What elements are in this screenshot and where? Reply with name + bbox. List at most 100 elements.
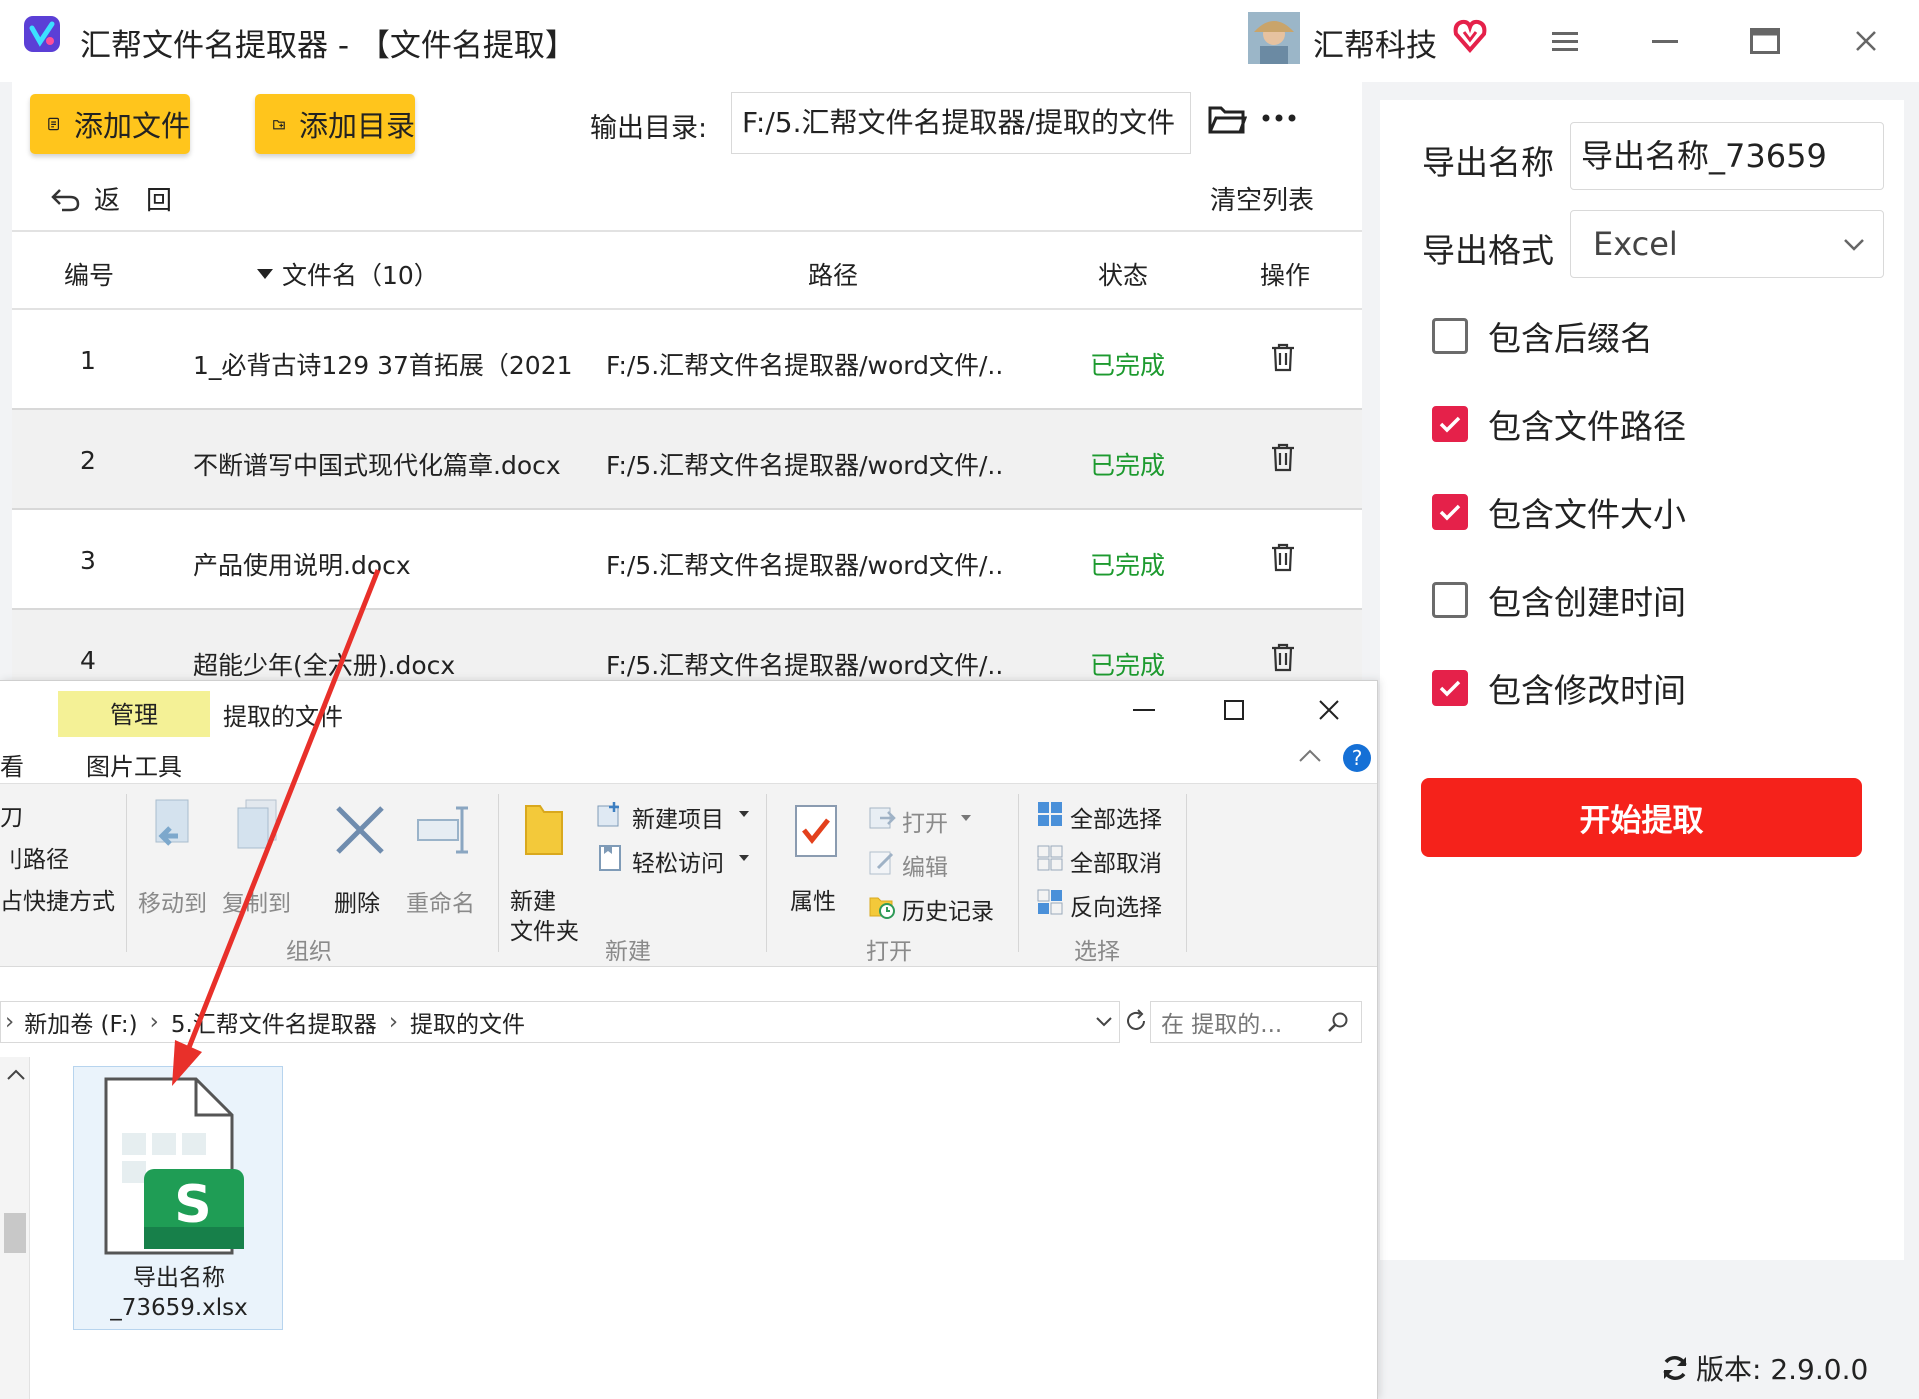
back-button[interactable]: 返 回	[50, 180, 172, 217]
scroll-thumb[interactable]	[4, 1213, 26, 1253]
file-item-xlsx[interactable]: S 导出名称 _73659.xlsx	[73, 1066, 283, 1330]
option-label: 包含创建时间	[1488, 583, 1686, 622]
header-status: 状态	[1098, 261, 1149, 290]
option-label: 包含后缀名	[1488, 319, 1653, 358]
breadcrumb-drive[interactable]: 新加卷 (F:)	[24, 1005, 137, 1039]
breadcrumb-separator-icon: ›	[388, 1009, 399, 1035]
table-row[interactable]: 3 产品使用说明.docx F:/5.汇帮文件名提取器/word文件/... 已…	[12, 510, 1362, 610]
history-button[interactable]: 历史记录	[902, 892, 994, 926]
back-label: 返 回	[94, 186, 173, 216]
add-file-button[interactable]: 添加文件	[30, 94, 190, 154]
row-status: 已完成	[1090, 451, 1166, 480]
breadcrumb-current[interactable]: 提取的文件	[410, 1005, 525, 1039]
checkbox-unchecked[interactable]	[1432, 318, 1468, 354]
start-extract-button[interactable]: 开始提取	[1421, 778, 1862, 857]
option-include-created[interactable]: 包含创建时间	[1432, 576, 1686, 624]
delete-icon[interactable]	[1270, 342, 1296, 372]
easy-access-dropdown-icon[interactable]	[738, 854, 750, 862]
row-name: 1_必背古诗129 37首拓展（2021...	[193, 351, 573, 380]
new-folder-icon	[522, 800, 566, 858]
check-icon	[1439, 680, 1461, 697]
tab-view[interactable]: 看	[0, 747, 24, 782]
explorer-close-icon[interactable]	[1318, 699, 1340, 721]
new-folder-line2[interactable]: 文件夹	[510, 912, 579, 946]
select-all-button[interactable]: 全部选择	[1070, 800, 1162, 834]
option-include-modified[interactable]: 包含修改时间	[1432, 664, 1686, 712]
close-icon[interactable]	[1855, 30, 1877, 52]
manage-tab[interactable]: 管理	[58, 691, 210, 739]
option-include-path[interactable]: 包含文件路径	[1432, 400, 1686, 448]
copy-to-icon	[234, 798, 290, 858]
delete-icon[interactable]	[1270, 642, 1296, 672]
tab-picture-tools[interactable]: 图片工具	[86, 747, 182, 782]
new-item-icon	[596, 800, 624, 828]
delete-button[interactable]: 删除	[334, 884, 380, 918]
add-directory-button[interactable]: 添加目录	[255, 94, 415, 154]
export-format-select[interactable]: Excel	[1570, 210, 1884, 278]
output-dir-label: 输出目录:	[590, 113, 708, 144]
svg-text:?: ?	[1352, 746, 1363, 770]
partial-cut[interactable]: 刀	[0, 798, 23, 832]
export-format-value: Excel	[1593, 225, 1678, 263]
folder-open-icon[interactable]	[1207, 102, 1247, 138]
checkbox-checked[interactable]	[1432, 494, 1468, 530]
properties-button[interactable]: 属性	[790, 882, 836, 916]
edit-icon	[868, 848, 896, 876]
address-bar[interactable]: › 新加卷 (F:) › 5.汇帮文件名提取器 › 提取的文件	[0, 1001, 1120, 1043]
edit-button[interactable]: 编辑	[902, 848, 948, 882]
table-header: 编号 文件名（10） 路径 状态 操作	[12, 230, 1362, 310]
explorer-minimize-icon[interactable]	[1133, 709, 1155, 712]
header-name[interactable]: 文件名（10）	[256, 256, 439, 292]
partial-copy-path[interactable]: 刂路径	[0, 840, 69, 874]
delete-icon[interactable]	[1270, 542, 1296, 572]
export-name-input[interactable]: 导出名称_73659	[1570, 122, 1884, 190]
refresh-folder-icon[interactable]	[1124, 1009, 1148, 1033]
new-item-dropdown-icon[interactable]	[738, 810, 750, 818]
select-none-button[interactable]: 全部取消	[1070, 844, 1162, 878]
output-dir-input[interactable]: F:/5.汇帮文件名提取器/提取的文件	[731, 92, 1191, 154]
option-include-size[interactable]: 包含文件大小	[1432, 488, 1686, 536]
help-icon[interactable]: ?	[1342, 743, 1372, 773]
row-name: 产品使用说明.docx	[193, 551, 411, 580]
clear-list-button[interactable]: 清空列表	[1210, 180, 1314, 217]
address-dropdown-icon[interactable]	[1095, 1016, 1113, 1028]
back-arrow-icon	[51, 188, 80, 211]
explorer-maximize-icon[interactable]	[1224, 700, 1244, 720]
easy-access-button[interactable]: 轻松访问	[632, 844, 724, 878]
user-avatar[interactable]	[1248, 12, 1300, 64]
maximize-icon[interactable]	[1750, 28, 1780, 54]
checkbox-checked[interactable]	[1432, 670, 1468, 706]
more-options-icon[interactable]	[1262, 114, 1296, 122]
vip-heart-icon[interactable]	[1452, 18, 1488, 54]
row-status: 已完成	[1090, 651, 1166, 680]
new-item-button[interactable]: 新建项目	[632, 800, 724, 834]
breadcrumb-folder[interactable]: 5.汇帮文件名提取器	[171, 1005, 377, 1039]
nav-pane-scrollbar[interactable]	[0, 1057, 30, 1399]
partial-paste-shortcut[interactable]: 占快捷方式	[0, 882, 115, 916]
explorer-title: 提取的文件	[223, 703, 343, 731]
add-folder-icon	[273, 120, 285, 130]
move-to-button[interactable]: 移动到	[138, 884, 207, 918]
invert-selection-button[interactable]: 反向选择	[1070, 888, 1162, 922]
row-no: 4	[80, 646, 96, 675]
checkbox-checked[interactable]	[1432, 406, 1468, 442]
option-include-extension[interactable]: 包含后缀名	[1432, 312, 1653, 360]
open-button[interactable]: 打开	[902, 804, 948, 838]
minimize-icon[interactable]	[1652, 40, 1678, 44]
new-folder-line1[interactable]: 新建	[510, 882, 556, 916]
copy-to-button[interactable]: 复制到	[222, 884, 291, 918]
checkbox-unchecked[interactable]	[1432, 582, 1468, 618]
search-input[interactable]: 在 提取的...	[1150, 1001, 1362, 1043]
collapse-ribbon-icon[interactable]	[1298, 749, 1322, 763]
menu-icon[interactable]	[1552, 32, 1578, 52]
open-dropdown-icon[interactable]	[960, 814, 972, 822]
check-icon	[1439, 504, 1461, 521]
rename-button[interactable]: 重命名	[406, 884, 475, 918]
delete-icon[interactable]	[1270, 442, 1296, 472]
table-row[interactable]: 1 1_必背古诗129 37首拓展（2021... F:/5.汇帮文件名提取器/…	[12, 310, 1362, 410]
table-row[interactable]: 2 不断谱写中国式现代化篇章.docx F:/5.汇帮文件名提取器/word文件…	[12, 410, 1362, 510]
app-title: 汇帮文件名提取器 - 【文件名提取】	[80, 28, 576, 64]
header-name-label: 文件名（10）	[282, 261, 439, 290]
header-path: 路径	[808, 261, 859, 290]
title-bar: 汇帮文件名提取器 - 【文件名提取】 汇帮科技	[0, 0, 1919, 82]
